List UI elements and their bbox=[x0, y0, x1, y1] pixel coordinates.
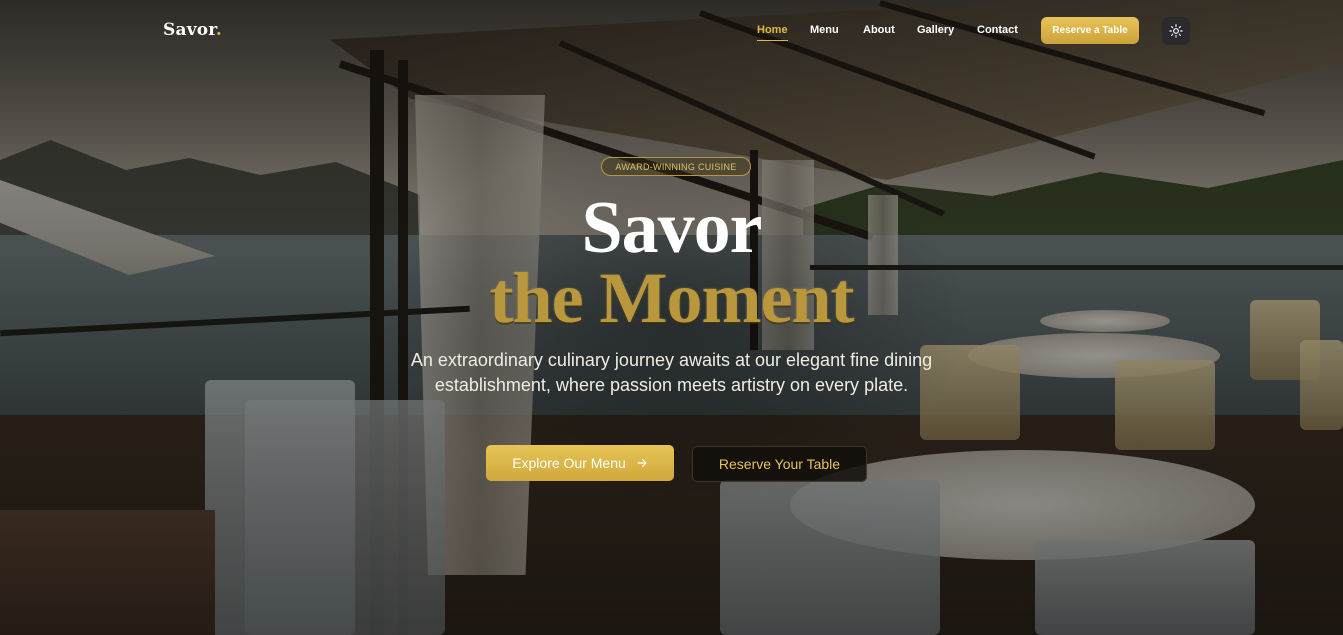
site-header: Savor. Home Menu About Gallery Contact R… bbox=[0, 0, 1343, 62]
brand-dot: . bbox=[215, 20, 223, 40]
hero-title-line1: Savor bbox=[581, 187, 763, 269]
nav-link-menu[interactable]: Menu bbox=[810, 24, 839, 36]
explore-menu-label: Explore Our Menu bbox=[512, 455, 626, 471]
brand-name: Savor bbox=[163, 20, 216, 40]
sun-icon bbox=[1169, 24, 1183, 38]
explore-menu-button[interactable]: Explore Our Menu bbox=[486, 445, 674, 481]
nav-link-contact[interactable]: Contact bbox=[977, 24, 1018, 36]
reserve-table-button[interactable]: Reserve a Table bbox=[1041, 17, 1139, 44]
brand-logo[interactable]: Savor. bbox=[163, 20, 222, 40]
reserve-your-table-button[interactable]: Reserve Your Table bbox=[692, 446, 867, 482]
arrow-right-icon bbox=[637, 458, 647, 468]
hero-subtitle: An extraordinary culinary journey awaits… bbox=[410, 350, 933, 395]
award-badge: AWARD-WINNING CUISINE bbox=[601, 157, 751, 176]
nav-link-about[interactable]: About bbox=[863, 24, 895, 36]
hero-title-line2: the Moment bbox=[489, 258, 855, 338]
theme-toggle-button[interactable] bbox=[1162, 17, 1190, 45]
nav-link-home[interactable]: Home bbox=[757, 24, 788, 41]
nav-link-gallery[interactable]: Gallery bbox=[917, 24, 954, 36]
